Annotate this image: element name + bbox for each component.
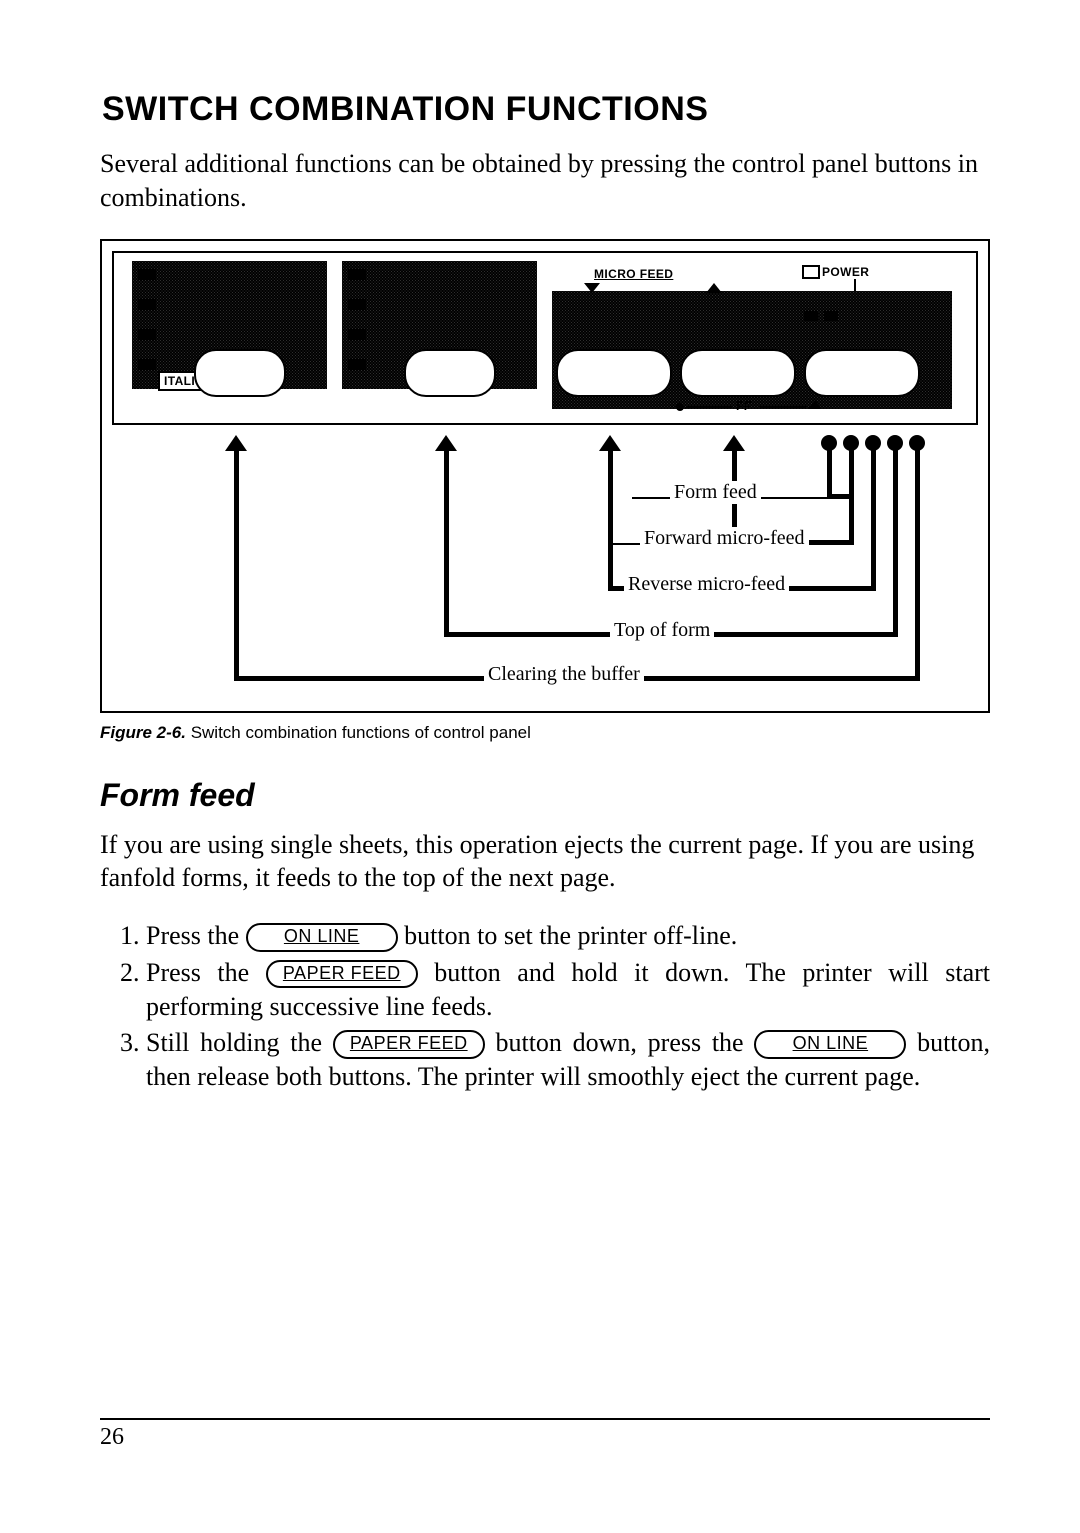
- figure-caption-text: Switch combination functions of control …: [186, 723, 531, 742]
- panel-button-5: [804, 349, 920, 397]
- bracket-line: [827, 449, 832, 499]
- power-label: POWER: [822, 265, 869, 279]
- indicator-icon: [348, 359, 366, 370]
- step-2: Press the PAPER FEED button and hold it …: [146, 956, 990, 1025]
- step-3-text-b: button down, press the: [495, 1028, 754, 1057]
- figure-caption: Figure 2-6. Switch combination functions…: [100, 723, 990, 743]
- panel-button-3: [556, 349, 672, 397]
- form-feed-intro: If you are using single sheets, this ope…: [100, 828, 990, 896]
- arrow-down-icon: [584, 283, 600, 293]
- figure-frame: ITALIC MICRO FEED POWER FF: [100, 239, 990, 713]
- bracket-line: [444, 449, 449, 637]
- intro-paragraph: Several additional functions can be obta…: [100, 147, 990, 215]
- panel-button-1: [194, 349, 286, 397]
- step-3-text-a: Still holding the: [146, 1028, 333, 1057]
- micro-feed-label: MICRO FEED: [594, 267, 673, 281]
- indicator-icon: [824, 311, 838, 321]
- bracket-line: [893, 449, 898, 637]
- ff-label: FF: [736, 399, 751, 413]
- step-1-text-a: Press the: [146, 921, 246, 950]
- paper-feed-button-label: PAPER FEED: [333, 1030, 485, 1059]
- subheading-form-feed: Form feed: [100, 777, 990, 814]
- panel-button-2: [404, 349, 496, 397]
- indicator-icon: [348, 269, 366, 280]
- indicator-icon: [138, 299, 156, 310]
- steps-list: Press the ON LINE button to set the prin…: [100, 919, 990, 1095]
- step-3: Still holding the PAPER FEED button down…: [146, 1026, 990, 1095]
- label-fwd-micro: Forward micro-feed: [640, 527, 809, 550]
- control-panel-diagram: ITALIC MICRO FEED POWER FF: [112, 251, 978, 425]
- arrow-up-icon: [706, 283, 722, 293]
- bracket-diagram: Form feed Forward micro-feed Reverse mic…: [112, 431, 978, 701]
- arrow-up-icon: [808, 400, 822, 409]
- paper-feed-button-label: PAPER FEED: [266, 960, 418, 989]
- step-1: Press the ON LINE button to set the prin…: [146, 919, 990, 953]
- indicator-icon: [138, 329, 156, 340]
- indicator-icon: [348, 329, 366, 340]
- ff-line: [686, 406, 732, 408]
- indicator-icon: [348, 299, 366, 310]
- label-top-of-form: Top of form: [610, 619, 714, 642]
- page-number: 26: [100, 1424, 990, 1451]
- label-form-feed: Form feed: [670, 481, 761, 504]
- bracket-line: [608, 449, 613, 591]
- indicator-icon: [804, 311, 818, 321]
- bracket-line: [234, 449, 239, 681]
- on-line-button-label: ON LINE: [246, 923, 398, 952]
- page-heading: SWITCH COMBINATION FUNCTIONS: [102, 90, 990, 129]
- step-2-text-a: Press the: [146, 958, 266, 987]
- ff-line: [760, 406, 806, 408]
- panel-button-4: [680, 349, 796, 397]
- bracket-line: [871, 449, 876, 591]
- bracket-line: [827, 494, 850, 499]
- on-line-button-label: ON LINE: [754, 1030, 906, 1059]
- bracket-line: [915, 449, 920, 681]
- power-led-icon: [802, 265, 820, 279]
- figure-number: Figure 2-6.: [100, 723, 186, 742]
- page-footer: 26: [100, 1418, 990, 1452]
- step-1-text-b: button to set the printer off-line.: [404, 921, 737, 950]
- ff-dot-icon: [676, 403, 684, 411]
- footer-rule: [100, 1418, 990, 1421]
- label-rev-micro: Reverse micro-feed: [624, 573, 789, 596]
- indicator-icon: [138, 359, 156, 370]
- connector-line: [854, 279, 856, 291]
- indicator-icon: [138, 269, 156, 280]
- label-clearing-buffer: Clearing the buffer: [484, 663, 644, 686]
